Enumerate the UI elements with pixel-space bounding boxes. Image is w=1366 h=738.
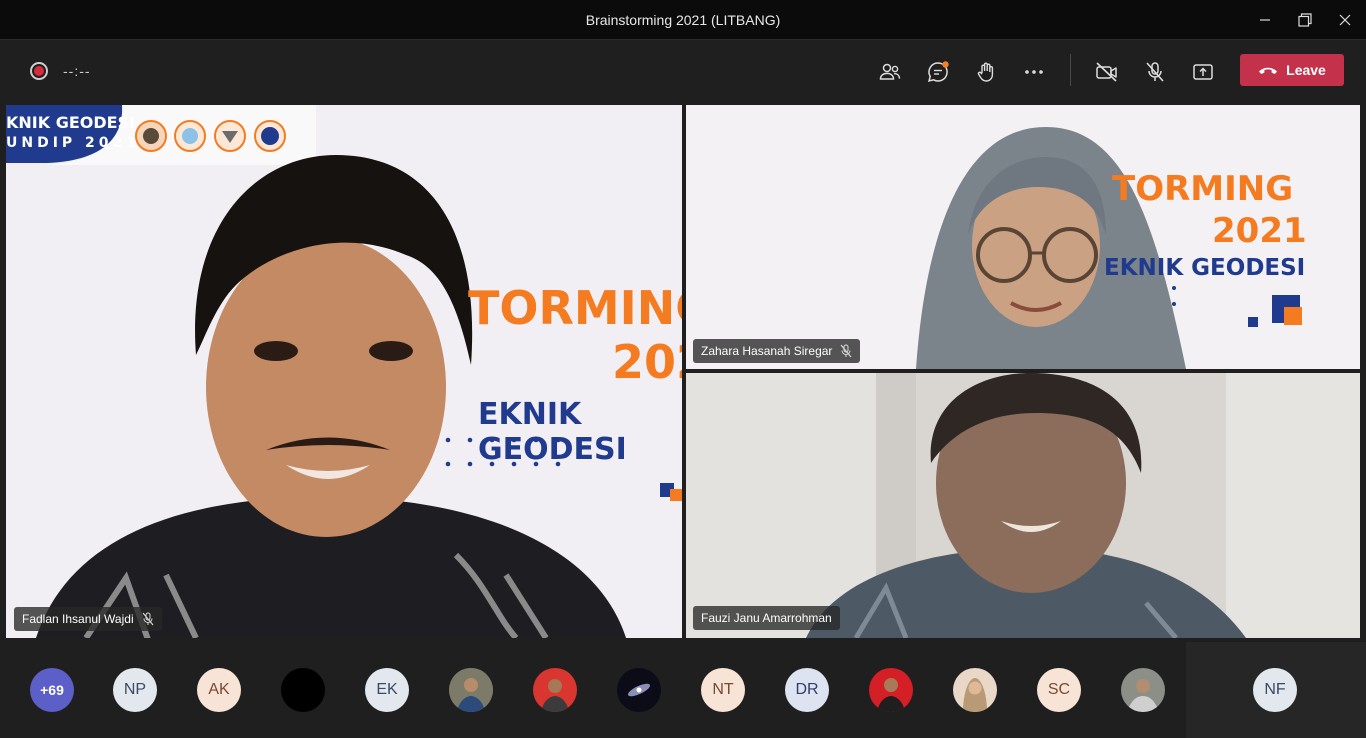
participant-avatar-photo[interactable] [1121, 668, 1165, 712]
participant-name-tag: Fauzi Janu Amarrohman [693, 606, 840, 630]
avatar-photo [533, 668, 577, 712]
title-bar: Brainstorming 2021 (LITBANG) [0, 0, 1366, 40]
video-background [6, 105, 682, 638]
chat-button[interactable] [920, 54, 956, 90]
video-tile-top-right[interactable]: TORMING 2021 EKNIK GEODESI Zahara Hasana… [686, 105, 1360, 369]
avatar-photo [869, 668, 913, 712]
mic-muted-icon [142, 612, 154, 626]
mic-muted-icon [840, 344, 852, 358]
video-background [686, 373, 1360, 638]
participant-avatar[interactable]: EK [365, 668, 409, 712]
participant-name: Fadlan Ihsanul Wajdi [22, 612, 134, 626]
hang-up-icon [1259, 67, 1278, 74]
share-screen-button[interactable] [1185, 54, 1221, 90]
participant-avatar[interactable] [281, 668, 325, 712]
chat-icon [927, 61, 949, 83]
people-icon [879, 63, 901, 80]
reactions-button[interactable] [968, 54, 1004, 90]
recording-icon [30, 62, 48, 80]
camera-toggle-button[interactable] [1089, 54, 1125, 90]
mic-off-icon [1146, 62, 1164, 82]
banner-text-title: TORMING [468, 281, 682, 335]
meeting-toolbar: --:-- Leave [0, 40, 1366, 104]
restore-icon [1298, 13, 1312, 27]
participants-button[interactable] [872, 54, 908, 90]
avatar-photo [449, 668, 493, 712]
participant-avatar[interactable]: NP [113, 668, 157, 712]
more-actions-button[interactable] [1016, 54, 1052, 90]
participant-avatar[interactable]: NT [701, 668, 745, 712]
window-title: Brainstorming 2021 (LITBANG) [585, 12, 781, 28]
mic-toggle-button[interactable] [1137, 54, 1173, 90]
camera-off-icon [1096, 62, 1117, 82]
participant-avatar-photo[interactable] [869, 668, 913, 712]
video-tile-main[interactable]: TORMING 2021 EKNIK GEODESI KNIK GEODESI … [6, 105, 682, 638]
banner-top-year: UNDIP 2021 [6, 135, 141, 151]
banner-text-dept: EKNIK GEODESI [478, 397, 627, 467]
participant-avatar-pinned[interactable]: NF [1253, 668, 1297, 712]
avatar-photo [617, 668, 661, 712]
share-tray-icon [1193, 64, 1213, 80]
participant-avatar-photo[interactable] [449, 668, 493, 712]
banner-text-year: 2021 [1212, 211, 1307, 251]
close-icon [1339, 14, 1351, 26]
participant-avatar-photo[interactable] [533, 668, 577, 712]
leave-label: Leave [1286, 62, 1326, 78]
toolbar-divider [1070, 54, 1071, 86]
video-tile-bottom-right[interactable]: Fauzi Janu Amarrohman [686, 373, 1360, 638]
participant-name: Fauzi Janu Amarrohman [701, 611, 832, 625]
more-participants-badge[interactable]: +69 [30, 668, 74, 712]
avatar-photo [1121, 668, 1165, 712]
banner-text-year: 2021 [612, 335, 682, 389]
banner-top-dept: KNIK GEODESI [6, 113, 136, 132]
participant-avatar[interactable]: SC [1037, 668, 1081, 712]
raise-hand-icon [977, 62, 994, 82]
more-icon [1025, 70, 1043, 74]
participant-name: Zahara Hasanah Siregar [701, 344, 833, 358]
participant-name-tag: Fadlan Ihsanul Wajdi [14, 607, 162, 631]
close-button[interactable] [1322, 0, 1366, 40]
leave-button[interactable]: Leave [1240, 54, 1344, 86]
meeting-timer: --:-- [63, 63, 91, 79]
participant-avatar-photo[interactable] [617, 668, 661, 712]
participant-avatar-photo[interactable] [953, 668, 997, 712]
minimize-icon [1260, 19, 1270, 21]
banner-text-title: TORMING [1112, 169, 1294, 209]
avatar-photo [953, 668, 997, 712]
participant-name-tag: Zahara Hasanah Siregar [693, 339, 861, 363]
participant-avatar[interactable]: AK [197, 668, 241, 712]
banner-text-dept: EKNIK GEODESI [1104, 255, 1306, 281]
participant-avatar[interactable]: DR [785, 668, 829, 712]
